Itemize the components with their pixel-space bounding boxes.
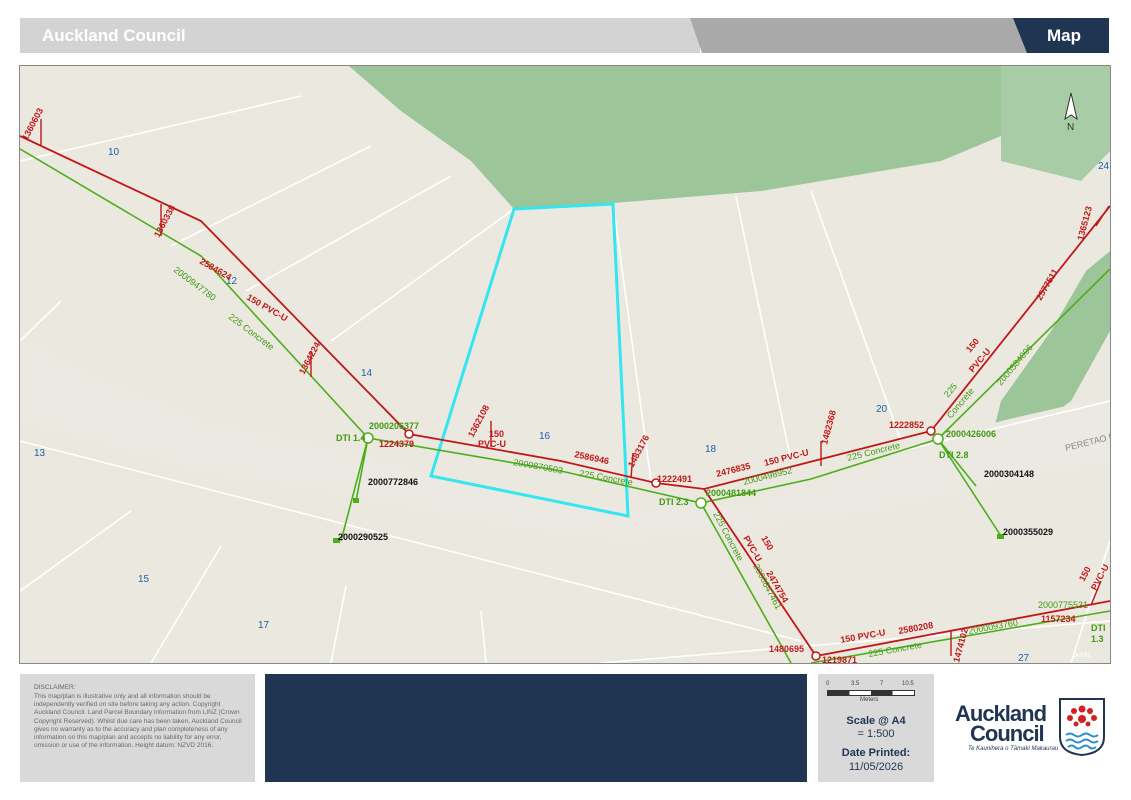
property-number: 13: [34, 448, 46, 459]
property-number: 24: [1098, 161, 1110, 172]
asset-id: 1222491: [657, 474, 692, 484]
header-title: Auckland Council: [42, 26, 186, 45]
property-number: 15: [138, 574, 150, 585]
asset-id: 1222852: [889, 420, 924, 430]
property-number: 18: [705, 444, 717, 455]
bush-area-2: [1001, 66, 1110, 181]
scale-unit: Meters: [860, 697, 879, 703]
property-number: 27: [1018, 653, 1030, 663]
asset-id: 2000481844: [706, 488, 756, 498]
scale-value: = 1:500: [857, 728, 895, 740]
map-view[interactable]: N 10 12 14 13 15 16 17 18 20 24 27 PERET…: [19, 65, 1111, 664]
asset-id: 1157234: [1041, 614, 1076, 624]
structure-label: DTI 1.4: [336, 433, 366, 443]
scale-bar: [827, 690, 915, 696]
asset-id: 2000304148: [984, 469, 1034, 479]
structure-label: 1.3: [1091, 634, 1104, 644]
asset-id: 1219871: [822, 655, 857, 663]
scale-tick: 7: [880, 681, 884, 687]
pipe-size: 150: [489, 429, 504, 439]
asset-id: 2000206377: [369, 421, 419, 431]
asset-id: 2000355029: [1003, 527, 1053, 537]
structure-label: DTI 2.3: [659, 497, 689, 507]
logo-wordmark-line2: Council: [970, 721, 1045, 746]
property-number: 17: [258, 620, 270, 631]
disclaimer-text: This map/plan is illustrative only and a…: [34, 693, 242, 750]
asset-id: 2000290525: [338, 532, 388, 542]
disclaimer-panel: DISCLAIMER: This map/plan is illustrativ…: [20, 674, 255, 782]
asset-id: 2000775531: [1038, 600, 1088, 610]
scale-ticks: 0 3.5 7 10.5: [826, 681, 926, 689]
property-number: 14: [361, 368, 373, 379]
footer-title-panel: [265, 674, 807, 782]
date-printed-value: 11/05/2026: [848, 761, 904, 773]
asset-id: 1480695: [769, 644, 804, 654]
scale-tick: 3.5: [851, 681, 860, 687]
council-emblem-icon: [1059, 698, 1105, 757]
scale-tick: 0: [826, 681, 830, 687]
asset-id: 2000426006: [946, 429, 996, 439]
header-accent: [690, 18, 1030, 53]
header-section: Map: [1047, 26, 1081, 45]
scale-tick: 10.5: [902, 681, 914, 687]
disclaimer-title: DISCLAIMER:: [34, 684, 76, 691]
property-number: 16: [539, 431, 551, 442]
asset-id: 2000772846: [368, 477, 418, 487]
property-number: 20: [876, 404, 888, 415]
map-canvas[interactable]: N 10 12 14 13 15 16 17 18 20 24 27 PERET…: [20, 66, 1110, 663]
structure-label: DTI 2.8: [939, 450, 969, 460]
watermark: public: [1073, 652, 1092, 659]
scale-label: Scale @ A4: [846, 715, 906, 727]
north-label: N: [1067, 122, 1074, 133]
property-number: 10: [108, 147, 120, 158]
asset-id: 1224379: [379, 439, 414, 449]
pipe-material: PVC-U: [478, 439, 506, 449]
date-printed-label: Date Printed:: [841, 747, 911, 759]
structure-label: DTI: [1091, 623, 1106, 633]
logo-tagline: Te Kaunihera o Tāmaki Makaurau: [968, 746, 1059, 752]
